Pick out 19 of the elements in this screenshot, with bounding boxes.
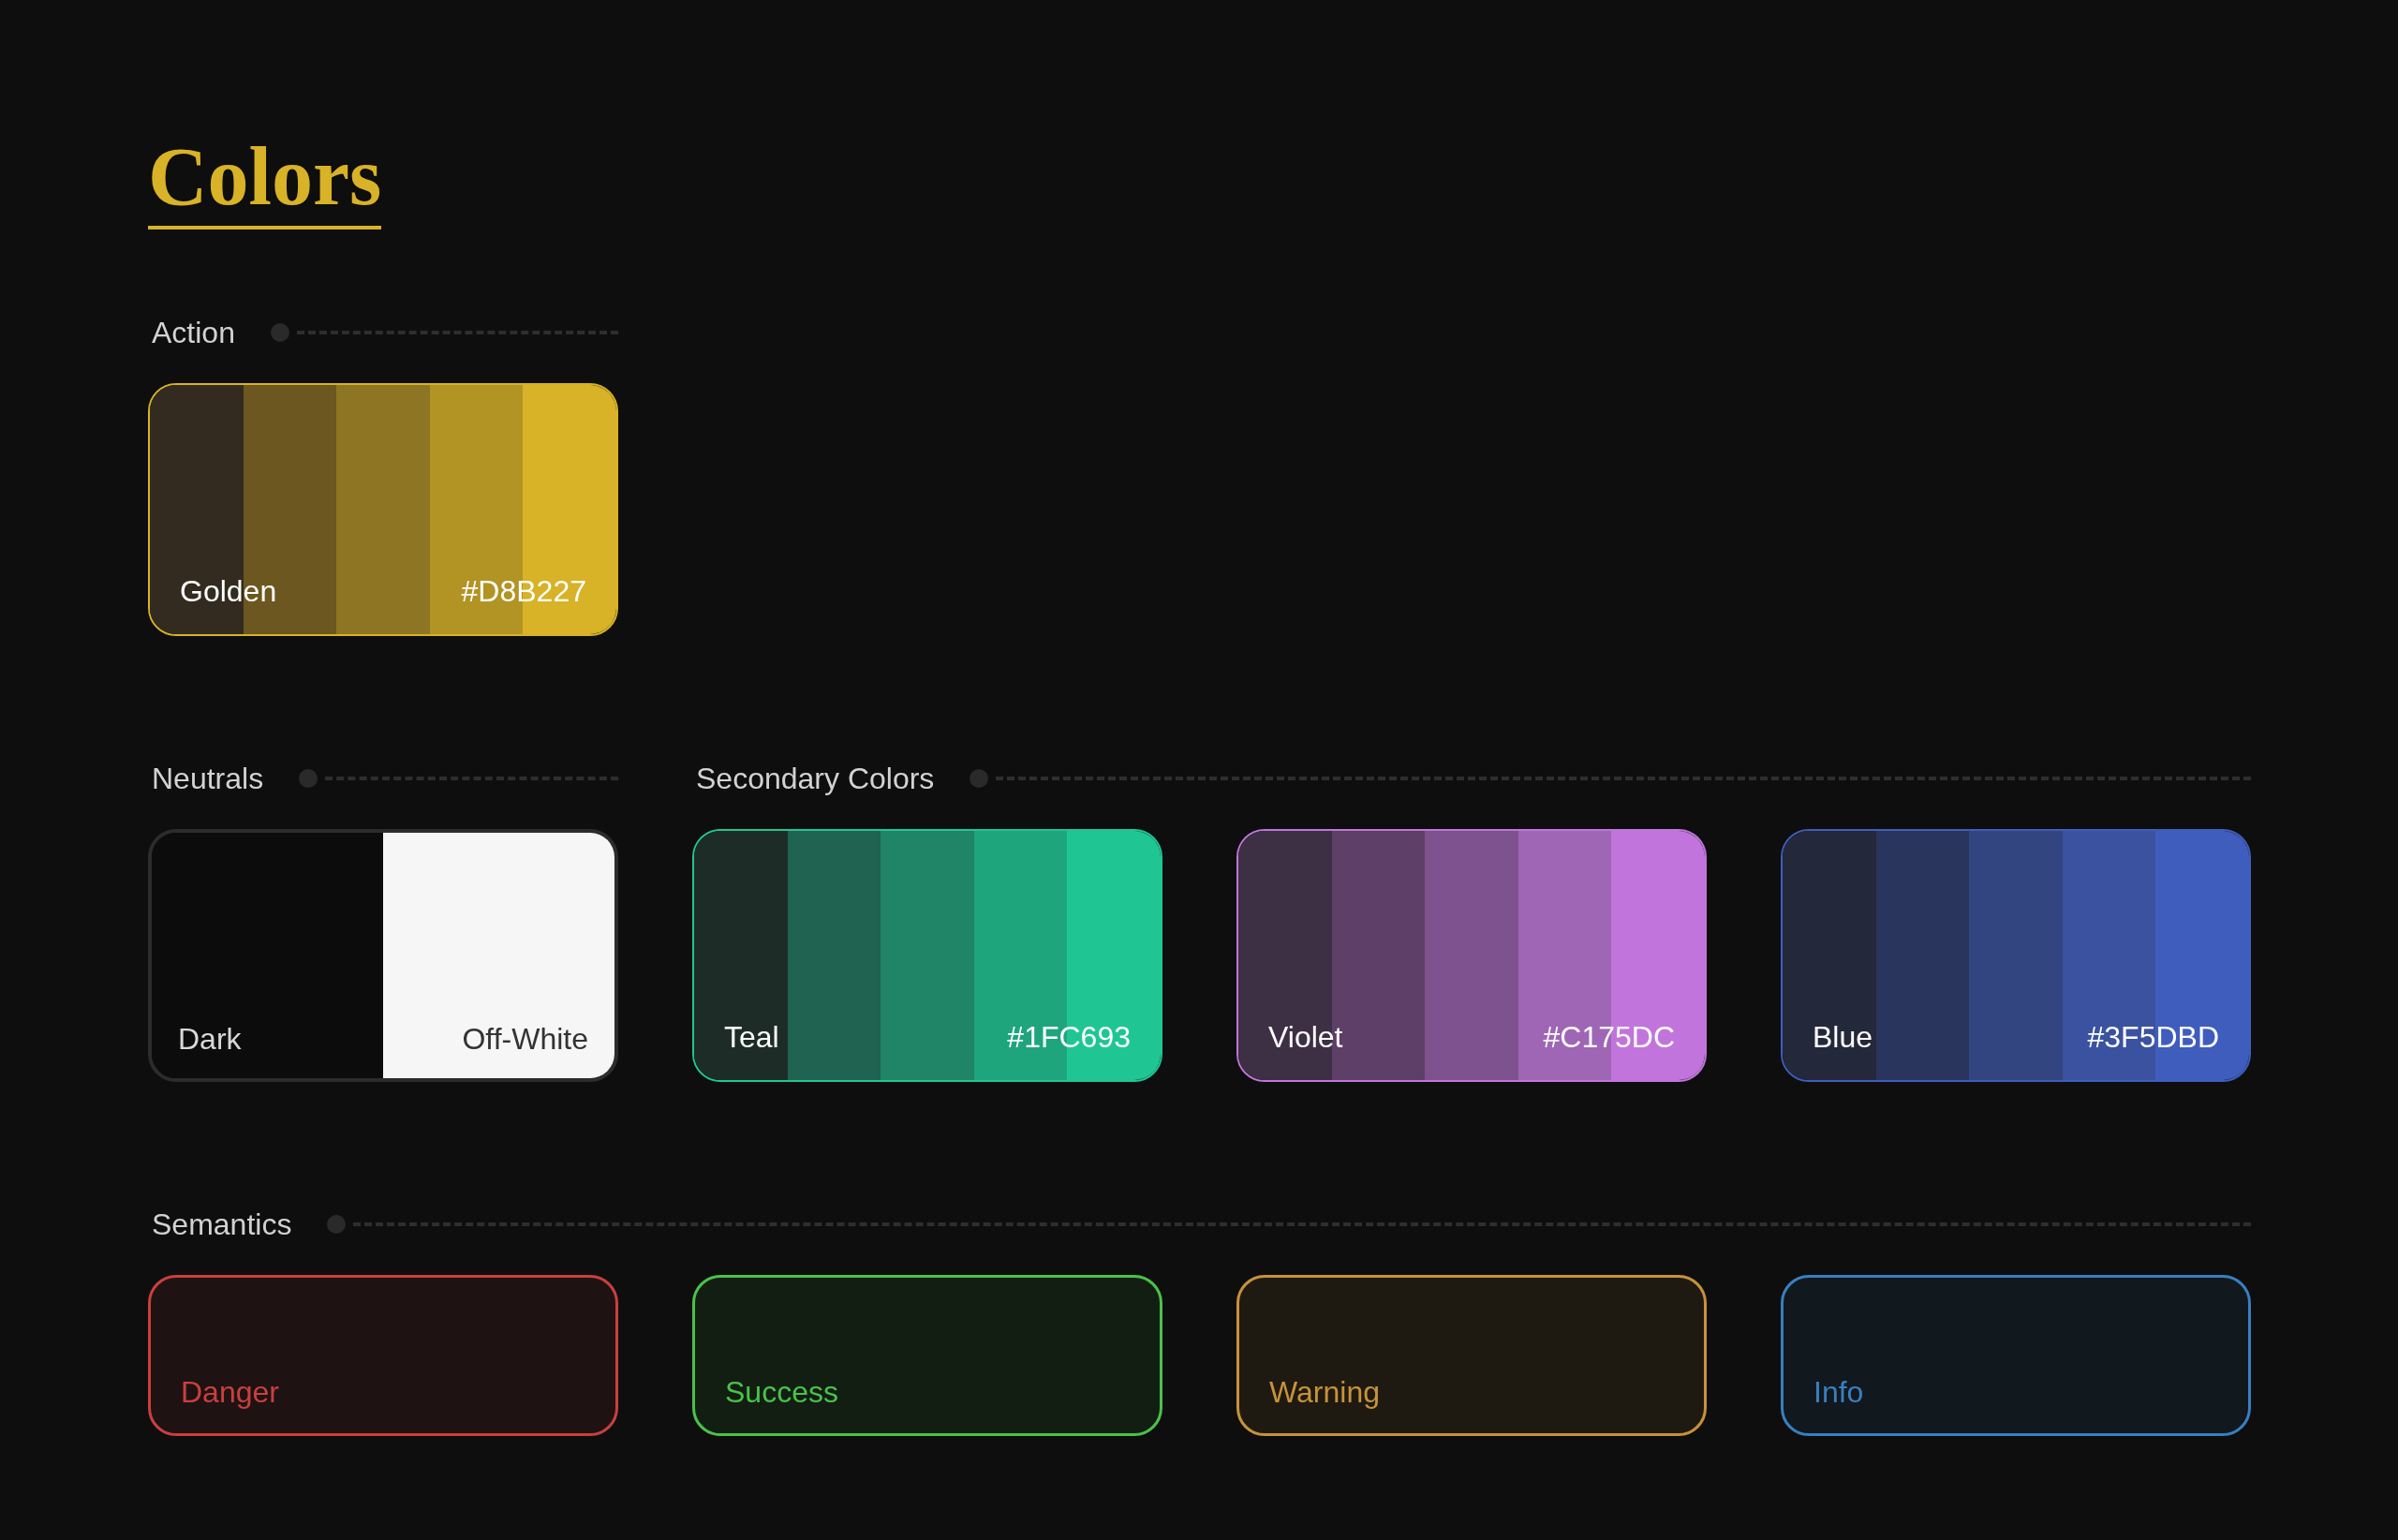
page-title: Colors <box>148 136 382 230</box>
section-label: Action <box>152 315 235 351</box>
semantic-name: Success <box>725 1374 838 1411</box>
semantic-name: Danger <box>181 1374 279 1411</box>
color-name: Teal <box>724 1019 779 1056</box>
color-name: Golden <box>180 573 277 610</box>
section-label: Semantics <box>152 1207 292 1243</box>
color-name: Off-White <box>462 1021 588 1058</box>
semantic-name: Warning <box>1269 1374 1380 1411</box>
hex-code: #D8B227 <box>461 573 586 610</box>
hex-code: #3F5DBD <box>2087 1019 2219 1056</box>
color-name: Blue <box>1813 1019 1873 1056</box>
semantic-name: Info <box>1813 1374 1864 1411</box>
color-name: Violet <box>1268 1019 1343 1056</box>
section-label: Secondary Colors <box>696 761 935 797</box>
section-label: Neutrals <box>152 761 264 797</box>
color-name: Dark <box>178 1021 242 1058</box>
hex-code: #C175DC <box>1543 1019 1675 1056</box>
hex-code: #1FC693 <box>1007 1019 1131 1056</box>
